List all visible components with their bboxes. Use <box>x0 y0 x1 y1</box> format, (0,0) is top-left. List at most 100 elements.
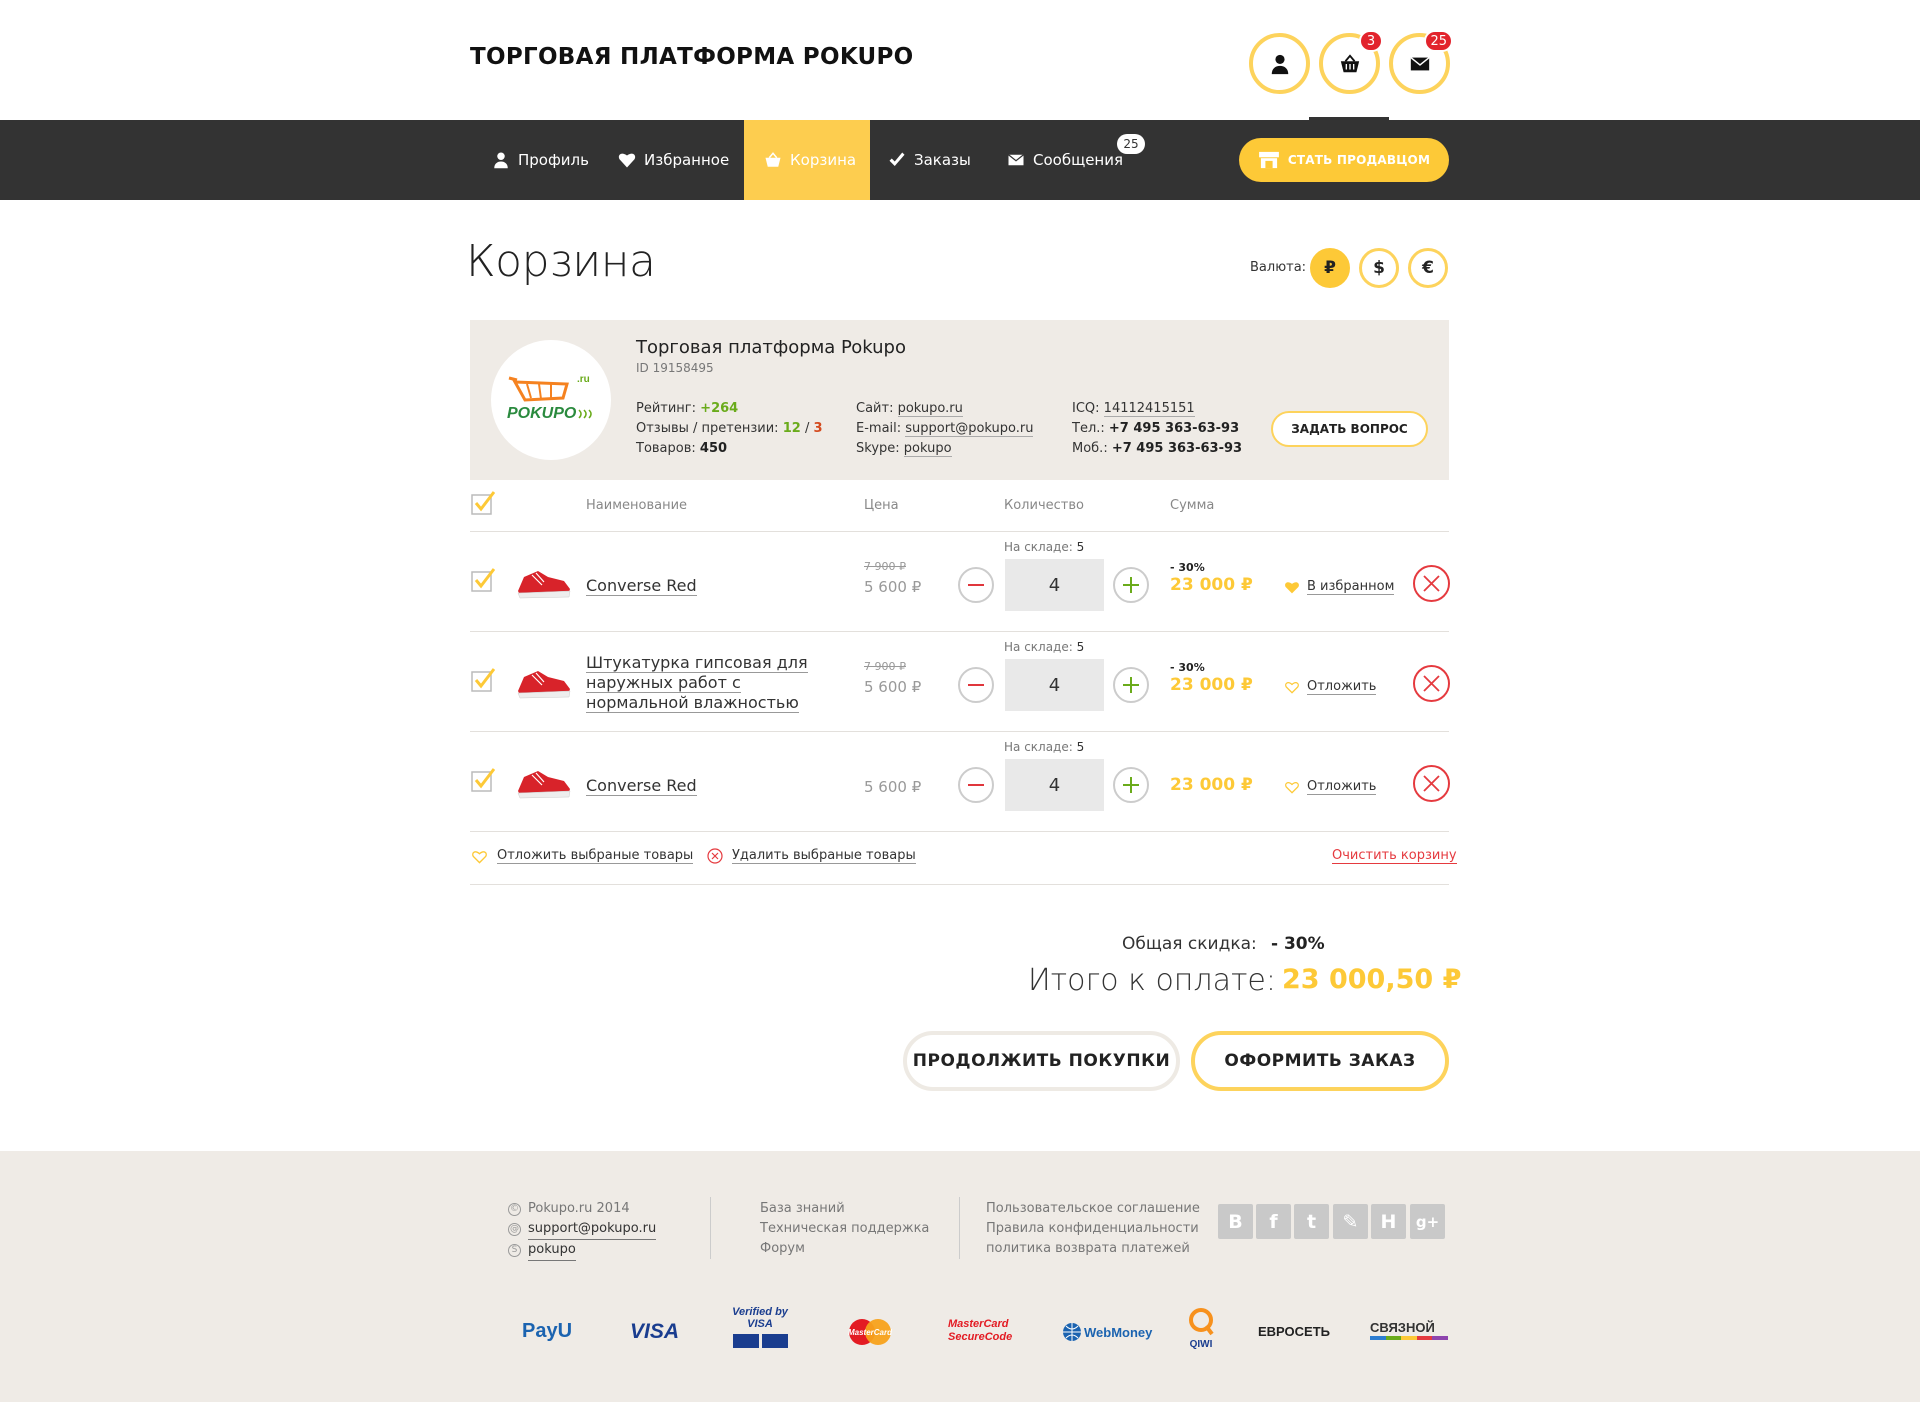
qiwi-logo: QIWI <box>1186 1308 1216 1350</box>
qty-decrease-button[interactable] <box>958 767 994 803</box>
row-checkbox[interactable] <box>471 668 495 692</box>
facebook-icon[interactable]: f <box>1256 1204 1291 1239</box>
nav-item-cart[interactable]: Корзина <box>744 120 870 200</box>
main-nav: Профиль Избранное Корзина Заказы Сообщен… <box>0 120 1920 200</box>
cart-button[interactable]: 3 <box>1319 30 1383 94</box>
livejournal-icon[interactable]: ✎ <box>1333 1204 1368 1239</box>
seller-name: Торговая платформа Pokupo <box>636 337 906 358</box>
footer-skype-link[interactable]: pokupo <box>528 1240 576 1261</box>
row-checkbox[interactable] <box>471 568 495 592</box>
product-image[interactable] <box>514 567 572 601</box>
footer-link-forum[interactable]: Форум <box>760 1239 929 1259</box>
row-checkbox[interactable] <box>471 768 495 792</box>
habr-icon[interactable]: Н <box>1371 1204 1406 1239</box>
verified-by-visa-text: Verified by VISA <box>732 1306 788 1330</box>
seller-contacts: Сайт: pokupo.ru E-mail: support@pokupo.r… <box>856 399 1034 459</box>
icq-value[interactable]: 14112415151 <box>1103 401 1195 417</box>
skype-link[interactable]: pokupo <box>903 441 952 457</box>
continue-shopping-button[interactable]: ПРОДОЛЖИТЬ ПОКУПКИ <box>903 1031 1180 1091</box>
footer-link-support[interactable]: Техническая поддержка <box>760 1219 929 1239</box>
become-seller-button[interactable]: СТАТЬ ПРОДАВЦОМ <box>1239 138 1449 182</box>
product-name-link[interactable]: Штукатурка гипсовая для наружных работ с… <box>586 653 836 713</box>
become-seller-label: СТАТЬ ПРОДАВЦОМ <box>1287 153 1431 167</box>
qty-increase-button[interactable] <box>1113 567 1149 603</box>
product-image[interactable] <box>514 767 572 801</box>
qty-input[interactable] <box>1005 659 1104 711</box>
reviews-separator: / <box>804 421 810 436</box>
currency-rub-button[interactable]: ₽ <box>1310 248 1350 288</box>
skype-icon: S <box>508 1244 521 1257</box>
goods-label: Товаров: <box>636 441 696 456</box>
total-discount-label: Общая скидка: <box>1122 934 1257 954</box>
footer-link-user-agreement[interactable]: Пользовательское соглашение <box>986 1199 1200 1219</box>
currency-usd-button[interactable]: $ <box>1359 248 1399 288</box>
footer-email-link[interactable]: support@pokupo.ru <box>528 1219 657 1240</box>
divider <box>470 631 1449 632</box>
visa-logo: VISA <box>630 1320 680 1343</box>
favorite-label: В избранном <box>1307 579 1395 595</box>
product-image[interactable] <box>514 667 572 701</box>
col-header-name: Наименование <box>586 498 688 513</box>
row-sum: 23 000 ₽ <box>1170 675 1253 695</box>
select-all-checkbox[interactable] <box>471 491 495 515</box>
globe-icon <box>1063 1323 1081 1341</box>
divider <box>470 884 1449 885</box>
currency-eur-button[interactable]: € <box>1408 248 1448 288</box>
product-name: Converse Red <box>586 776 697 796</box>
col-header-sum: Сумма <box>1170 498 1215 513</box>
stock-value: 5 <box>1076 640 1085 654</box>
footer-divider <box>710 1197 711 1259</box>
nav-item-label: Избранное <box>644 151 730 169</box>
qty-decrease-button[interactable] <box>958 667 994 703</box>
qty-input[interactable] <box>1005 759 1104 811</box>
place-order-button[interactable]: ОФОРМИТЬ ЗАКАЗ <box>1191 1031 1449 1091</box>
user-icon <box>1271 54 1288 74</box>
remove-item-button[interactable] <box>1413 565 1450 602</box>
page-title: Корзина <box>466 236 656 287</box>
clear-cart-link[interactable]: Очистить корзину <box>1332 848 1457 864</box>
seller-logo[interactable]: .ru POKUPO <box>491 340 611 460</box>
email-link[interactable]: support@pokupo.ru <box>905 421 1034 437</box>
total-value: 23 000,50 ₽ <box>1282 964 1462 995</box>
delete-selected-button[interactable]: Удалить выбраные товары <box>707 848 916 864</box>
qty-input[interactable] <box>1005 559 1104 611</box>
postpone-toggle[interactable]: Отложить <box>1284 679 1377 695</box>
messages-button[interactable]: 25 <box>1389 30 1453 94</box>
phone-label: Тел.: <box>1072 421 1105 436</box>
site-title[interactable]: ТОРГОВАЯ ПЛАТФОРМА POKUPO <box>470 44 914 70</box>
total-label: Итого к оплате: <box>1028 963 1276 998</box>
google-plus-icon[interactable]: g+ <box>1410 1204 1445 1239</box>
stock-info: На складе: 5 <box>1004 740 1084 754</box>
vk-icon[interactable]: В <box>1218 1204 1253 1239</box>
qty-increase-button[interactable] <box>1113 667 1149 703</box>
qty-increase-button[interactable] <box>1113 767 1149 803</box>
nav-item-favorites[interactable]: Избранное <box>618 120 729 200</box>
site-link[interactable]: pokupo.ru <box>897 401 963 417</box>
footer-link-privacy[interactable]: Правила конфиденциальности <box>986 1219 1200 1239</box>
nav-item-messages[interactable]: Сообщения <box>1007 120 1123 200</box>
product-name-link[interactable]: Converse Red <box>586 776 836 796</box>
favorite-toggle[interactable]: В избранном <box>1284 579 1395 595</box>
webmoney-text: WebMoney <box>1084 1324 1153 1340</box>
nav-item-profile[interactable]: Профиль <box>492 120 589 200</box>
footer-link-knowledge-base[interactable]: База знаний <box>760 1199 929 1219</box>
qty-decrease-button[interactable] <box>958 567 994 603</box>
close-icon <box>1423 675 1440 692</box>
footer-link-refund-policy[interactable]: политика возврата платежей <box>986 1239 1200 1259</box>
remove-item-button[interactable] <box>1413 665 1450 702</box>
twitter-icon[interactable]: t <box>1294 1204 1329 1239</box>
email-label: E-mail: <box>856 421 902 436</box>
envelope-icon <box>1008 154 1024 166</box>
nav-item-orders[interactable]: Заказы <box>888 120 971 200</box>
postpone-toggle[interactable]: Отложить <box>1284 779 1377 795</box>
close-icon <box>1423 575 1440 592</box>
goods-value: 450 <box>699 441 728 456</box>
remove-item-button[interactable] <box>1413 765 1450 802</box>
seller-card: .ru POKUPO Торговая платформа Pokupo ID … <box>470 320 1449 480</box>
row-discount: - 30% <box>1170 661 1205 674</box>
delete-selected-label: Удалить выбраные товары <box>732 848 916 864</box>
ask-question-button[interactable]: ЗАДАТЬ ВОПРОС <box>1271 411 1428 447</box>
product-name-link[interactable]: Converse Red <box>586 576 836 596</box>
postpone-selected-button[interactable]: Отложить выбраные товары <box>471 848 694 864</box>
profile-button[interactable] <box>1249 33 1310 94</box>
